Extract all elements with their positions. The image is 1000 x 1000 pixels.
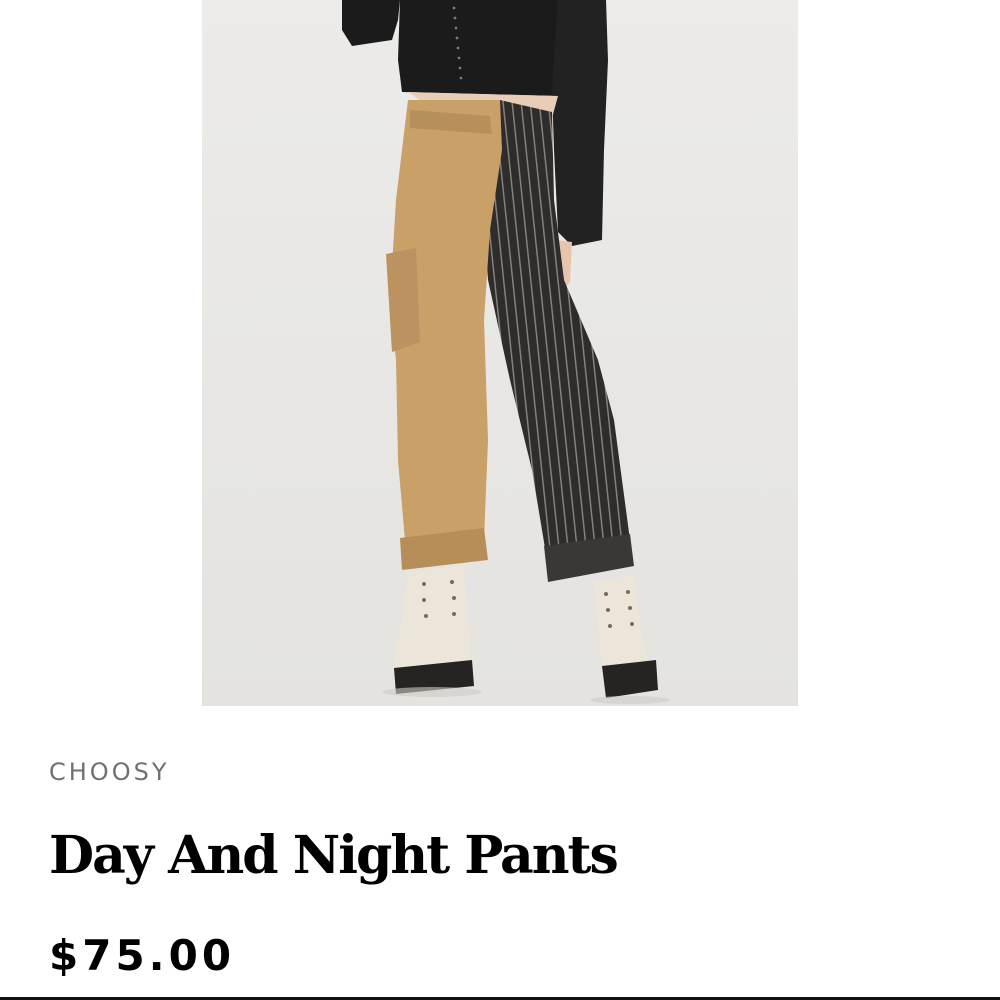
brand-name[interactable]: CHOOSY: [49, 757, 169, 787]
product-photo-illustration: [202, 0, 798, 706]
top-right-sleeve: [552, 0, 608, 246]
cargo-pocket: [386, 248, 420, 352]
top-left-sleeve: [342, 0, 400, 46]
product-price: $75.00: [49, 931, 236, 980]
product-image[interactable]: [202, 0, 798, 706]
product-title: Day And Night Pants: [49, 825, 619, 886]
product-page: CHOOSY Day And Night Pants $75.00: [0, 0, 1000, 1000]
